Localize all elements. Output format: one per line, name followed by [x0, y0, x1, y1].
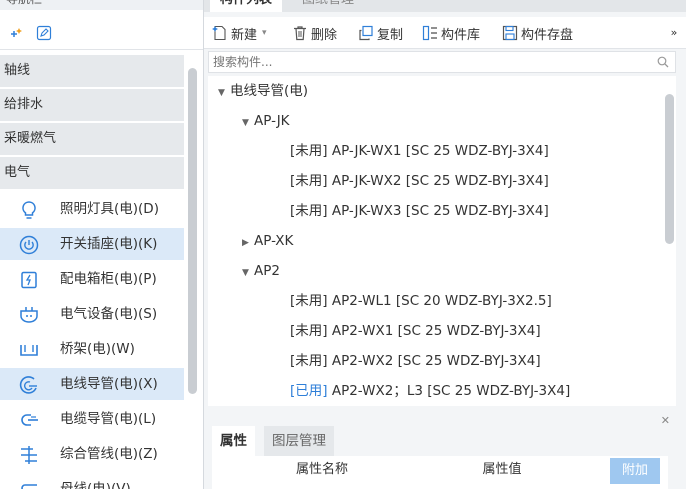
nav-item-label: 电线导管(电)(X): [60, 376, 158, 392]
navigation-panel: 导航栏 轴线 给排水 采暖燃气 电气 照明灯具(电)(D) 开关插座(电)(K)…: [0, 0, 204, 489]
tab-drawing-management[interactable]: 图纸管理: [292, 0, 364, 12]
tree-root[interactable]: ▼ 电线导管(电): [218, 76, 308, 106]
tab-layer-management[interactable]: 图层管理: [264, 426, 334, 456]
chevron-right-icon[interactable]: ▶: [242, 228, 254, 258]
panel-tabs: 构件列表 图纸管理: [204, 0, 686, 12]
status-label: [未用]: [290, 143, 328, 159]
power-socket-icon: [18, 234, 40, 256]
cable-tray-icon: [18, 339, 40, 361]
tab-component-list[interactable]: 构件列表: [210, 0, 283, 12]
tree-item[interactable]: [未用] AP2-WL1 [SC 20 WDZ-BYJ-3X2.5]: [290, 286, 552, 316]
new-button-label: 新建: [231, 27, 258, 43]
category-electrical[interactable]: 电气: [0, 157, 184, 189]
nav-item-label: 桥架(电)(W): [60, 341, 135, 357]
category-heating-gas[interactable]: 采暖燃气: [0, 123, 184, 155]
light-bulb-icon: [18, 199, 40, 221]
nav-item-label: 配电箱柜(电)(P): [60, 271, 157, 287]
nav-item-label: 照明灯具(电)(D): [60, 201, 159, 217]
electrical-equipment-icon: [18, 304, 40, 326]
add-column-header[interactable]: 附加: [610, 458, 660, 484]
nav-item-cable-conduit[interactable]: 电缆导管(电)(L): [0, 403, 184, 435]
nav-item-label: 开关插座(电)(K): [60, 236, 158, 252]
copy-icon: [359, 25, 373, 41]
nav-item-wire-conduit[interactable]: 电线导管(电)(X): [0, 368, 184, 400]
tree-group[interactable]: ▼ AP-JK: [242, 106, 290, 136]
tree-item[interactable]: [未用] AP2-WX2 [SC 25 WDZ-BYJ-3X4]: [290, 346, 541, 376]
nav-item-label: 电气设备(电)(S): [60, 306, 158, 322]
tree-item[interactable]: [未用] AP-JK-WX2 [SC 25 WDZ-BYJ-3X4]: [290, 166, 549, 196]
add-layer-icon[interactable]: [6, 23, 26, 43]
copy-button[interactable]: 复制: [358, 17, 403, 49]
status-label: [未用]: [290, 173, 328, 189]
save-component-label: 构件存盘: [521, 27, 574, 43]
column-header-name: 属性名称: [295, 462, 348, 477]
integrated-pipeline-icon: [18, 444, 40, 466]
column-header-value: 属性值: [482, 462, 522, 477]
save-component-button[interactable]: 构件存盘: [502, 17, 573, 49]
edit-icon[interactable]: [34, 23, 54, 43]
delete-button[interactable]: 删除: [292, 17, 337, 49]
component-library-button[interactable]: 构件库: [422, 17, 480, 49]
search-icon[interactable]: [657, 56, 669, 72]
tree-item[interactable]: [未用] AP2-WX1 [SC 25 WDZ-BYJ-3X4]: [290, 316, 541, 346]
nav-item-label: 电缆导管(电)(L): [60, 411, 157, 427]
status-label: [未用]: [290, 203, 328, 219]
component-library-label: 构件库: [441, 27, 481, 43]
nav-item-lighting[interactable]: 照明灯具(电)(D): [0, 193, 184, 225]
component-tree: ▼ 电线导管(电) ▼ AP-JK [未用] AP-JK-WX1 [SC 25 WD…: [208, 76, 676, 406]
search-input[interactable]: [213, 54, 643, 70]
tab-properties[interactable]: 属性: [212, 426, 255, 456]
copy-button-label: 复制: [377, 27, 404, 43]
status-label: [未用]: [290, 293, 328, 309]
tree-group[interactable]: ▼ AP2: [242, 256, 280, 286]
save-icon: [502, 25, 518, 41]
toolbar-overflow-icon[interactable]: »: [666, 25, 682, 41]
tree-item[interactable]: [未用] AP-JK-WX1 [SC 25 WDZ-BYJ-3X4]: [290, 136, 549, 166]
wire-conduit-icon: [18, 374, 40, 396]
category-water[interactable]: 给排水: [0, 89, 184, 121]
tree-item[interactable]: [未用] AP-JK-WX3 [SC 25 WDZ-BYJ-3X4]: [290, 196, 549, 226]
component-search: [208, 51, 676, 73]
nav-item-label: 母线(电)(V): [60, 481, 131, 489]
nav-item-cable-tray[interactable]: 桥架(电)(W): [0, 333, 184, 365]
nav-header: 导航栏: [0, 0, 203, 10]
delete-button-label: 删除: [311, 27, 338, 43]
tree-group[interactable]: ▶ AP-XK: [242, 226, 293, 256]
status-label-used: [已用]: [290, 383, 328, 399]
nav-item-equipment[interactable]: 电气设备(电)(S): [0, 298, 184, 330]
tree-item[interactable]: [已用] AP2-WX2；L3 [SC 25 WDZ-BYJ-3X4]: [290, 376, 570, 406]
busbar-icon: [18, 479, 40, 489]
nav-scrollbar[interactable]: [188, 68, 197, 394]
component-toolbar: 新建 ▾ 删除 复制 构件库 构件存盘 »: [204, 17, 686, 49]
status-label: [未用]: [290, 353, 328, 369]
new-file-icon: [212, 25, 226, 41]
nav-item-busbar[interactable]: 母线(电)(V): [0, 473, 184, 489]
nav-item-socket[interactable]: 开关插座(电)(K): [0, 228, 184, 260]
chevron-down-icon[interactable]: ▼: [242, 108, 254, 138]
library-icon: [422, 25, 437, 41]
nav-toolbar: [0, 16, 203, 50]
tree-scrollbar[interactable]: [665, 94, 674, 244]
nav-item-integrated-pipeline[interactable]: 综合管线(电)(Z): [0, 438, 184, 470]
category-axis[interactable]: 轴线: [0, 55, 184, 87]
chevron-down-icon[interactable]: ▾: [262, 28, 267, 38]
property-table: 属性名称 属性值 附加: [212, 456, 668, 489]
chevron-down-icon[interactable]: ▼: [218, 78, 230, 108]
component-panel: 构件列表 图纸管理 新建 ▾ 删除 复制 构件库 构件存盘 »: [204, 0, 686, 489]
trash-icon: [294, 26, 306, 41]
chevron-down-icon[interactable]: ▼: [242, 258, 254, 288]
new-button[interactable]: 新建 ▾: [212, 17, 267, 49]
distribution-box-icon: [18, 269, 40, 291]
property-tabs: 属性 图层管理: [212, 426, 676, 456]
nav-item-label: 综合管线(电)(Z): [60, 446, 158, 462]
cable-conduit-icon: [18, 409, 40, 431]
nav-item-distribution[interactable]: 配电箱柜(电)(P): [0, 263, 184, 295]
status-label: [未用]: [290, 323, 328, 339]
